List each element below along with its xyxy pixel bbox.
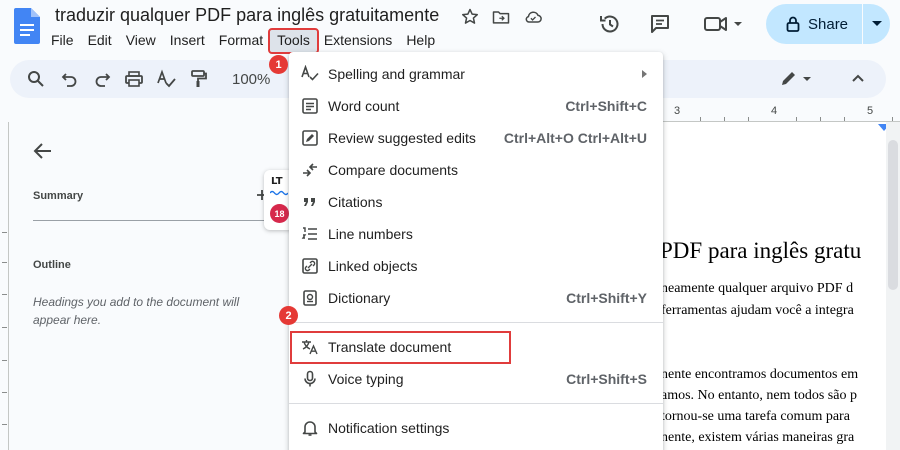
summary-label: Summary (33, 190, 84, 202)
google-docs-logo-icon[interactable] (14, 8, 40, 44)
translate-highlight-outline (290, 331, 511, 364)
ruler-number-4: 4 (771, 105, 778, 117)
dictionary-icon (303, 290, 317, 306)
menu-extensions[interactable]: Extensions (317, 30, 399, 52)
chevron-down-icon (871, 21, 882, 26)
menu-item-line-numbers[interactable]: Line numbers (289, 218, 663, 250)
step-badge-2: 2 (279, 306, 298, 325)
menu-edit[interactable]: Edit (81, 30, 119, 52)
lock-icon (786, 16, 800, 32)
menu-item-spelling-and-grammar[interactable]: Spelling and grammar (289, 58, 663, 90)
menu-item-compare-documents[interactable]: Compare documents (289, 154, 663, 186)
horizontal-ruler: 3 4 5 (640, 104, 900, 122)
menu-separator (289, 322, 663, 323)
spelling-check-icon[interactable] (156, 69, 176, 89)
share-button[interactable]: Share (766, 4, 862, 44)
word-count-icon (302, 98, 318, 114)
document-title[interactable]: traduzir qualquer PDF para inglês gratui… (55, 5, 439, 26)
menu-item-dictionary[interactable]: Dictionary Ctrl+Shift+Y (289, 282, 663, 314)
menu-format[interactable]: Format (212, 30, 270, 52)
star-icon[interactable] (460, 7, 480, 27)
menu-file[interactable]: File (44, 30, 81, 52)
cloud-saved-icon[interactable] (523, 7, 543, 27)
menu-bar: File Edit View Insert Format Tools Exten… (44, 28, 442, 54)
meet-video-icon[interactable] (703, 12, 743, 36)
submenu-arrow-icon (642, 70, 647, 78)
editing-mode-icon[interactable] (778, 69, 814, 89)
compare-icon (303, 163, 317, 177)
paragraph-line[interactable]: neamente qualquer arquivo PDF d (661, 281, 853, 297)
ruler-number-5: 5 (867, 105, 874, 117)
print-icon[interactable] (124, 69, 144, 89)
move-to-folder-icon[interactable] (491, 7, 511, 27)
menu-insert[interactable]: Insert (163, 30, 212, 52)
close-outline-back-arrow-icon[interactable] (32, 140, 54, 162)
menu-separator (289, 403, 663, 404)
menu-item-linked-objects[interactable]: Linked objects (289, 250, 663, 282)
menu-tools[interactable]: Tools (268, 28, 319, 54)
outline-label: Outline (33, 259, 71, 271)
vertical-ruler (0, 122, 9, 450)
hide-menus-chevron-up-icon[interactable] (848, 69, 868, 89)
version-history-icon[interactable] (598, 12, 622, 36)
paint-format-icon[interactable] (188, 69, 208, 89)
undo-icon[interactable] (60, 69, 80, 89)
menu-item-citations[interactable]: Citations (289, 186, 663, 218)
linked-objects-icon (302, 258, 318, 274)
redo-icon[interactable] (92, 69, 112, 89)
microphone-icon (304, 370, 316, 387)
menu-help[interactable]: Help (399, 30, 442, 52)
scrollbar-thumb[interactable] (888, 140, 898, 290)
tools-menu: Spelling and grammar Word count Ctrl+Shi… (289, 52, 663, 450)
spellcheck-icon (301, 65, 319, 81)
menu-item-voice-typing[interactable]: Voice typing Ctrl+Shift+S (289, 363, 663, 395)
zoom-select[interactable]: 100% (232, 71, 270, 88)
ruler-number-3: 3 (674, 105, 681, 117)
languagetool-error-count-badge[interactable]: 18 (270, 204, 289, 223)
step-badge-1: 1 (269, 55, 288, 74)
review-edits-icon (302, 130, 318, 146)
menu-item-review-suggested-edits[interactable]: Review suggested edits Ctrl+Alt+O Ctrl+A… (289, 122, 663, 154)
paragraph-line[interactable]: nente encontramos documentos em (661, 367, 858, 383)
share-dropdown-button[interactable] (863, 4, 890, 44)
outline-divider (33, 220, 273, 221)
languagetool-logo: LT (271, 176, 283, 187)
menu-item-notification-settings[interactable]: Notification settings (289, 412, 663, 444)
squiggle-underline-icon (270, 190, 288, 196)
bell-icon (302, 421, 318, 436)
paragraph-line[interactable]: ferramentas ajudam você a integra (661, 303, 854, 319)
search-menus-icon[interactable] (26, 69, 46, 89)
paragraph-line[interactable]: amos. No entanto, nem todos são p (661, 388, 857, 404)
line-numbers-icon (301, 227, 317, 240)
document-heading[interactable]: PDF para inglês gratu (660, 238, 861, 264)
outline-empty-note: Headings you add to the document will ap… (33, 295, 240, 327)
share-label: Share (808, 15, 849, 33)
share-button-group: Share (766, 4, 890, 44)
paragraph-line[interactable]: nente, existem várias maneiras gra (661, 430, 854, 446)
document-outline-pane (0, 122, 290, 450)
menu-item-word-count[interactable]: Word count Ctrl+Shift+C (289, 90, 663, 122)
paragraph-line[interactable]: tornou-se uma tarefa comum para (661, 409, 850, 425)
menu-view[interactable]: View (119, 30, 163, 52)
quote-icon (304, 198, 315, 206)
comments-icon[interactable] (648, 12, 672, 36)
